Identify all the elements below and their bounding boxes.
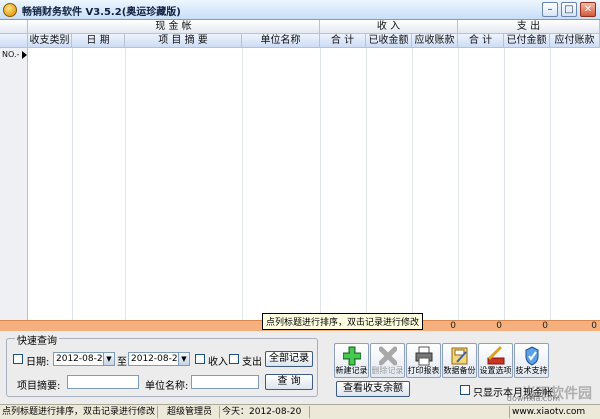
grid-line (458, 48, 459, 320)
settings-label: 设置选项 (479, 366, 512, 375)
title-bar: 畅销财务软件 V3.5.2(奥运珍藏版) – □ ✕ (0, 0, 600, 20)
printer-icon (415, 346, 433, 366)
quick-query-group: 快速查询 日期: 2012-08-20 ▼ 至 2012-08-20 ▼ 收入 … (6, 332, 318, 397)
delete-x-icon (379, 346, 397, 366)
column-header-income-total[interactable]: 合 计 (320, 34, 366, 48)
view-balance-button[interactable]: 查看收支余额 (336, 381, 410, 397)
status-today: 今天：2012-08-20 (220, 406, 310, 418)
paid-total-value: 0 (542, 321, 548, 331)
new-record-label: 新建记录 (335, 366, 368, 375)
row-number-label: NO.- (2, 50, 20, 59)
support-icon (525, 346, 539, 366)
column-header-expense-total[interactable]: 合 计 (458, 34, 504, 48)
column-header-summary[interactable]: 项 目 摘 要 (125, 34, 242, 48)
payable-total-value: 0 (591, 321, 597, 331)
cash-ledger-header: 现 金 帐 (28, 20, 320, 34)
new-record-button[interactable]: 新建记录 (334, 343, 369, 378)
current-row-arrow-icon (22, 51, 27, 59)
backup-icon (451, 347, 468, 365)
maximize-button[interactable]: □ (561, 2, 577, 17)
column-header-category[interactable]: 收支类别 (28, 34, 72, 48)
chevron-down-icon[interactable]: ▼ (178, 353, 189, 365)
status-website: www.xiaotv.com (512, 407, 586, 417)
grid-line (366, 48, 367, 320)
expense-checkbox[interactable] (229, 354, 239, 364)
date-label: 日期: (26, 357, 50, 368)
corner-header (0, 20, 28, 34)
row-header-corner (0, 34, 28, 48)
unit-label: 单位名称: (145, 381, 189, 392)
unit-input[interactable] (191, 375, 259, 389)
all-records-button[interactable]: 全部记录 (265, 351, 313, 367)
column-header-payable[interactable]: 应付账款 (550, 34, 600, 48)
print-report-label: 打印报表 (407, 366, 440, 375)
column-header-received[interactable]: 已收金额 (366, 34, 412, 48)
grid-line (504, 48, 505, 320)
to-label: 至 (117, 357, 127, 368)
grid-line (125, 48, 126, 320)
expense-header: 支 出 (458, 20, 600, 34)
status-hint: 点列标题进行排序，双击记录进行修改 (0, 406, 158, 418)
settings-button[interactable]: 设置选项 (478, 343, 513, 378)
income-checkbox-label: 收入 (208, 357, 228, 368)
backup-label: 数据备份 (443, 366, 476, 375)
plus-icon (343, 346, 361, 366)
grid-tooltip: 点列标题进行排序，双击记录进行修改 (262, 313, 424, 330)
delete-record-label: 删除记录 (371, 366, 404, 375)
date-to-value: 2012-08-20 (131, 354, 184, 364)
grid-line (320, 48, 321, 320)
date-to-picker[interactable]: 2012-08-20 ▼ (128, 352, 190, 366)
delete-record-button[interactable]: 删除记录 (370, 343, 405, 378)
expense-checkbox-label: 支出 (242, 357, 262, 368)
backup-button[interactable]: 数据备份 (442, 343, 477, 378)
grid-line (550, 48, 551, 320)
column-header-date[interactable]: 日 期 (72, 34, 125, 48)
grid-line (72, 48, 73, 320)
status-bar: 点列标题进行排序，双击记录进行修改 超级管理员 今天：2012-08-20 ww… (0, 404, 600, 419)
summary-label: 项目摘要: (17, 381, 61, 392)
cash-only-checkbox[interactable] (460, 385, 470, 395)
tech-support-label: 技术支持 (515, 366, 548, 375)
expense-total-value: 0 (496, 321, 502, 331)
status-user: 超级管理员 (158, 406, 220, 418)
grid-line (412, 48, 413, 320)
column-header-unit[interactable]: 单位名称 (242, 34, 320, 48)
quick-query-title: 快速查询 (15, 332, 59, 347)
date-from-picker[interactable]: 2012-08-20 ▼ (53, 352, 115, 366)
tech-support-button[interactable]: 技术支持 (514, 343, 549, 378)
date-from-value: 2012-08-20 (56, 354, 109, 364)
row-indicator-column (0, 48, 28, 320)
date-checkbox[interactable] (13, 354, 23, 364)
income-checkbox[interactable] (195, 354, 205, 364)
window-title: 畅销财务软件 V3.5.2(奥运珍藏版) (22, 7, 181, 18)
ledger-grid[interactable]: 现 金 帐 收 入 支 出 收支类别 日 期 项 目 摘 要 单位名称 合 计 … (0, 20, 600, 331)
wrench-icon (487, 346, 505, 365)
income-header: 收 入 (320, 20, 458, 34)
chevron-down-icon[interactable]: ▼ (103, 353, 114, 365)
grid-line (242, 48, 243, 320)
column-header-receivable[interactable]: 应收账款 (412, 34, 458, 48)
column-header-paid[interactable]: 已付金额 (504, 34, 550, 48)
status-spacer (310, 406, 510, 418)
close-button[interactable]: ✕ (580, 2, 596, 17)
print-report-button[interactable]: 打印报表 (406, 343, 441, 378)
app-icon (3, 3, 17, 17)
summary-input[interactable] (67, 375, 139, 389)
minimize-button[interactable]: – (542, 2, 558, 17)
query-button[interactable]: 查 询 (265, 374, 313, 390)
watermark-site: downxia.com (506, 394, 560, 403)
